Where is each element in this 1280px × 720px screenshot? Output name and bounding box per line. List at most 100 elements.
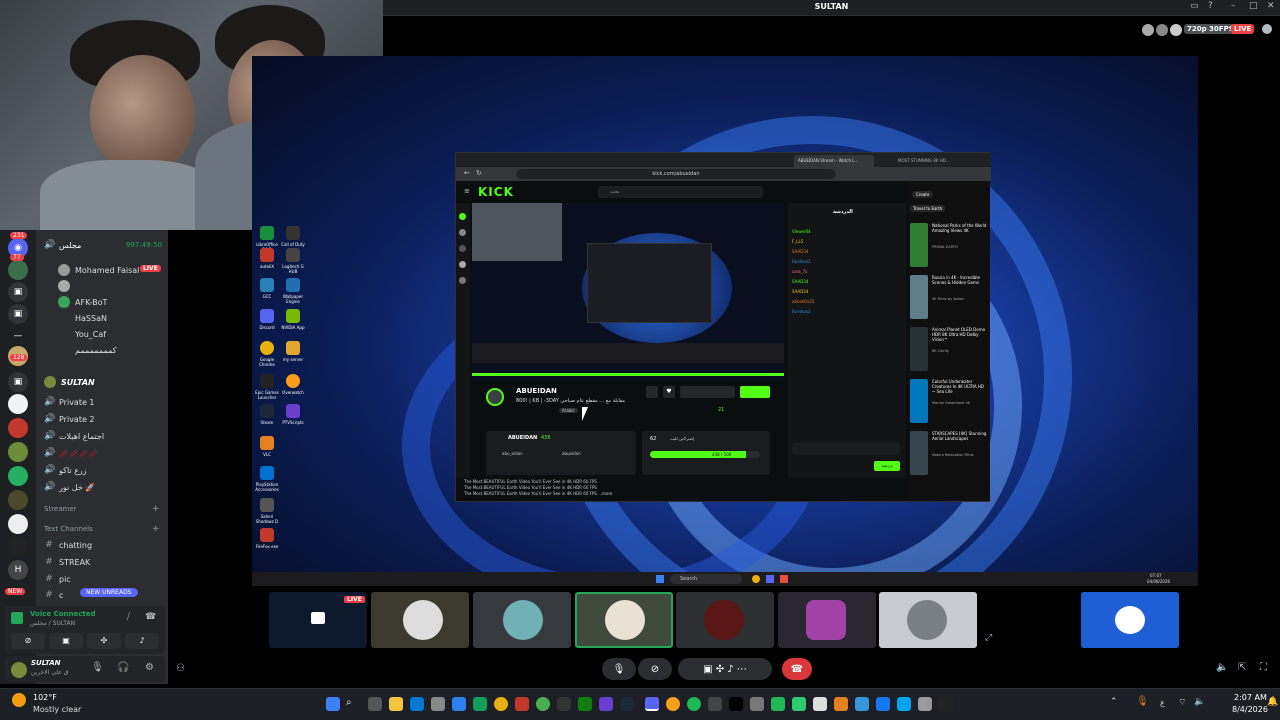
- app-icon[interactable]: [557, 697, 571, 711]
- chrome-icon[interactable]: [536, 697, 550, 711]
- desktop-icon[interactable]: Saheri Shadowz D: [252, 498, 282, 524]
- xbox-icon[interactable]: [578, 697, 592, 711]
- app-icon[interactable]: [792, 697, 806, 711]
- yt-video-item[interactable]: National Parks of the World Amazing View…: [908, 221, 990, 273]
- text-channel[interactable]: # STREAK: [44, 557, 90, 567]
- voice-channel[interactable]: 🔊 Private 2: [44, 414, 95, 424]
- channel-avatar[interactable]: [459, 245, 466, 252]
- signal-icon[interactable]: [11, 612, 23, 624]
- steam-icon[interactable]: [620, 697, 634, 711]
- server-icon[interactable]: ▣: [8, 304, 28, 324]
- app-icon[interactable]: [666, 697, 680, 711]
- yt-create-button[interactable]: Create: [912, 191, 934, 198]
- taskbar-search[interactable]: Search: [670, 574, 742, 584]
- back-icon[interactable]: ←: [464, 169, 470, 177]
- volume-icon[interactable]: 🔈: [1194, 697, 1205, 707]
- kick-video-player[interactable]: [472, 203, 784, 381]
- app-icon[interactable]: [750, 697, 764, 711]
- channel-avatar[interactable]: [459, 261, 466, 268]
- server-icon[interactable]: [8, 466, 28, 486]
- share-screen-button[interactable]: ▣: [49, 633, 83, 649]
- server-icon[interactable]: [8, 394, 28, 414]
- mic-toggle-button[interactable]: 🎙: [602, 658, 636, 680]
- minimize-icon[interactable]: –: [1231, 1, 1236, 11]
- server-icon[interactable]: ▣: [8, 282, 28, 302]
- desktop-icon[interactable]: Wallpaper Engine: [278, 278, 308, 304]
- desktop-icon[interactable]: my server: [278, 341, 308, 362]
- app-icon[interactable]: [708, 697, 722, 711]
- avatar[interactable]: [11, 662, 27, 678]
- follow-heart-button[interactable]: ♥: [663, 386, 675, 398]
- weather-icon[interactable]: [12, 693, 26, 707]
- streamer-name[interactable]: ABUEIDAN: [516, 387, 557, 395]
- voice-channel-label[interactable]: مجلس / SULTAN: [30, 620, 75, 627]
- participant-tile[interactable]: [1081, 592, 1179, 648]
- app-icon[interactable]: [431, 697, 445, 711]
- reload-icon[interactable]: ↻: [476, 169, 482, 177]
- kick-logo[interactable]: KICK: [478, 185, 514, 199]
- server-icon[interactable]: [8, 514, 28, 534]
- wifi-icon[interactable]: ⌔: [1178, 697, 1186, 708]
- add-channel-icon[interactable]: +: [152, 504, 160, 514]
- notification-bell-icon[interactable]: 🔔: [1267, 697, 1278, 707]
- menu-icon[interactable]: ≡: [464, 187, 470, 195]
- browser-tab[interactable]: MOST STUNNING 8K HD...: [894, 155, 954, 167]
- app-icon[interactable]: [834, 697, 848, 711]
- maximize-icon[interactable]: □: [1249, 1, 1258, 11]
- edge-icon[interactable]: [473, 697, 487, 711]
- category-text-channels[interactable]: Text Channels: [44, 525, 93, 533]
- voice-member[interactable]: كمممممممم: [58, 344, 117, 356]
- app-icon[interactable]: [410, 697, 424, 711]
- progress-bar[interactable]: [472, 373, 784, 376]
- subscribe-button[interactable]: [680, 386, 735, 398]
- yt-video-item[interactable]: Colorful Underwater Creatures In 4K ULTR…: [908, 377, 990, 429]
- yt-chip[interactable]: Travel to Earth: [910, 205, 946, 212]
- language-indicator[interactable]: ع: [1160, 698, 1165, 707]
- popout-icon[interactable]: ⇱: [1238, 662, 1246, 673]
- desktop-icon[interactable]: Overwatch: [278, 374, 308, 395]
- text-channel[interactable]: # pic: [44, 574, 70, 584]
- soundboard-button[interactable]: ♪: [125, 633, 159, 649]
- noise-suppression-icon[interactable]: ⧸: [127, 612, 130, 622]
- voice-member[interactable]: HaSSaN: [58, 312, 107, 324]
- app-icon[interactable]: [813, 697, 827, 711]
- browser-tab-active[interactable]: ABUEIDAN Stream - Watch L...: [794, 155, 874, 167]
- text-channel[interactable]: # c: [44, 590, 63, 600]
- headset-icon[interactable]: 🎧: [117, 662, 129, 673]
- person-add-icon[interactable]: ⚇: [176, 663, 185, 674]
- tray-mic-icon[interactable]: 🎙: [1136, 696, 1149, 707]
- app-icon[interactable]: [939, 697, 953, 711]
- participant-tile-speaking[interactable]: [575, 592, 673, 648]
- voice-channel-sultan[interactable]: SULTAN: [44, 376, 95, 388]
- server-icon[interactable]: H: [8, 560, 28, 580]
- desktop-icon[interactable]: PTVScripts: [278, 404, 308, 425]
- server-icon[interactable]: [8, 442, 28, 462]
- voice-member[interactable]: AFK-BoT: [58, 296, 107, 308]
- search-icon[interactable]: ⌕: [346, 697, 360, 711]
- server-icon[interactable]: [8, 490, 28, 510]
- desktop-icon[interactable]: VLC: [252, 436, 282, 457]
- file-explorer-icon[interactable]: [389, 697, 403, 711]
- voice-channel[interactable]: 🔊 زرع تاكو: [44, 465, 87, 475]
- facebook-icon[interactable]: [876, 697, 890, 711]
- app-icon[interactable]: [918, 697, 932, 711]
- category-tag[interactable]: Arabic: [559, 408, 578, 413]
- chat-input[interactable]: [792, 443, 900, 455]
- clock-date[interactable]: 8/4/2026: [1232, 705, 1268, 714]
- clock-time[interactable]: 2:07 AM: [1234, 693, 1267, 702]
- fullscreen-icon[interactable]: ⛶: [1260, 662, 1267, 673]
- chat-send-button[interactable]: دردشة: [874, 461, 900, 471]
- url-input[interactable]: kick.com/abueidan: [516, 169, 836, 179]
- voice-member[interactable]: [58, 280, 70, 292]
- server-icon[interactable]: [8, 418, 28, 438]
- voice-channel[interactable]: 🔊 اجتماع اهبلات: [44, 431, 104, 441]
- activity-controls[interactable]: ▣ ✣ ♪ ⋯: [678, 658, 772, 680]
- windows-start-icon[interactable]: [656, 575, 664, 583]
- streamer-avatar[interactable]: [486, 388, 504, 406]
- desktop-icon[interactable]: Call of Duty: [278, 226, 308, 247]
- app-icon[interactable]: [855, 697, 869, 711]
- inbox-icon[interactable]: ▭: [1190, 1, 1199, 11]
- yt-video-item[interactable]: Russia in 4K - Incredible Scenes & Hidde…: [908, 273, 990, 325]
- hide-tiles-icon[interactable]: ⤢: [985, 633, 992, 643]
- participant-tile[interactable]: [676, 592, 774, 648]
